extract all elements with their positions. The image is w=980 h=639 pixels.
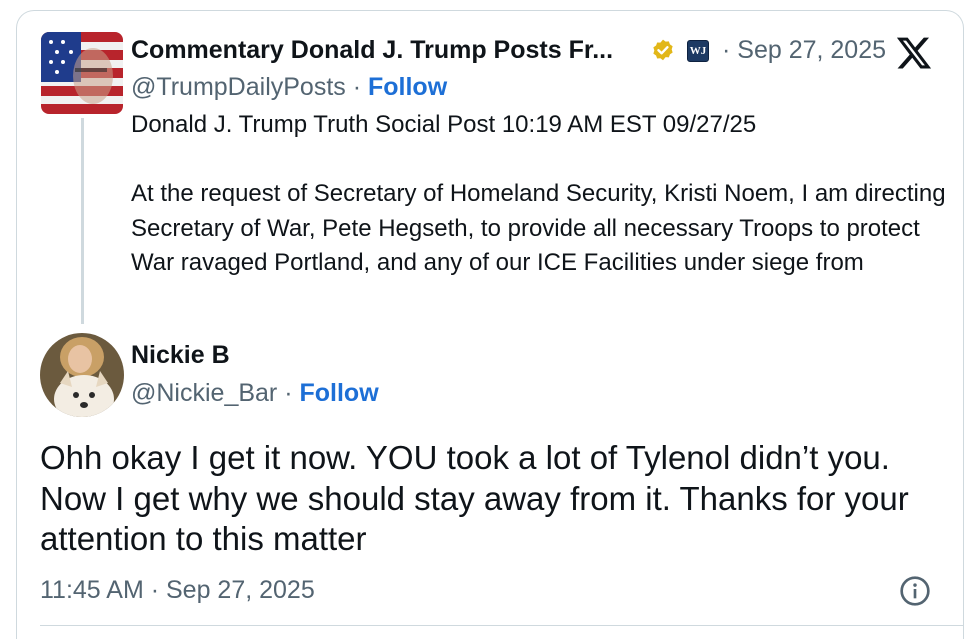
quoted-author-handle[interactable]: @TrumpDailyPosts [131, 73, 346, 101]
quoted-author-handle-row: @TrumpDailyPosts · Follow [131, 73, 447, 102]
thread-connector-line [81, 118, 84, 324]
follow-author-button[interactable]: Follow [299, 379, 378, 407]
x-logo-icon[interactable] [895, 34, 933, 72]
info-icon[interactable] [899, 575, 931, 607]
quoted-post-date[interactable]: · Sep 27, 2025 [722, 36, 886, 65]
author-avatar[interactable] [40, 333, 124, 417]
handle-separator: · [277, 379, 300, 407]
post-timestamp[interactable]: 11:45 AM · Sep 27, 2025 [40, 576, 315, 605]
quoted-author-avatar[interactable] [41, 32, 123, 114]
quoted-post-text: Donald J. Trump Truth Social Post 10:19 … [131, 111, 946, 276]
affiliate-badge: WJ [687, 40, 709, 62]
quoted-author-name[interactable]: Commentary Donald J. Trump Posts Fr... [131, 36, 613, 65]
author-handle[interactable]: @Nickie_Bar [131, 379, 277, 407]
author-name[interactable]: Nickie B [131, 341, 230, 370]
post-text: Ohh okay I get it now. YOU took a lot of… [40, 439, 909, 557]
follow-quoted-author-button[interactable]: Follow [368, 73, 447, 101]
verified-badge-icon [650, 38, 676, 64]
handle-separator: · [345, 73, 368, 101]
bottom-divider [40, 625, 964, 626]
author-handle-row: @Nickie_Bar · Follow [131, 379, 379, 408]
